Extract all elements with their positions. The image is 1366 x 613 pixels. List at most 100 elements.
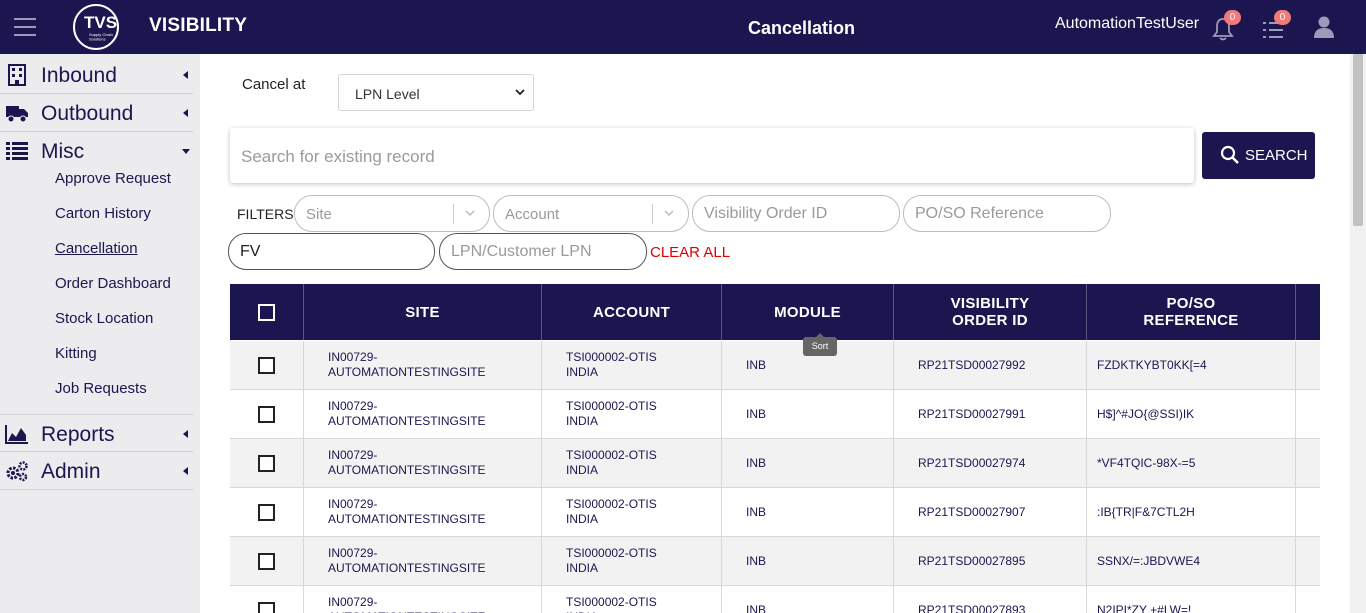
table-row[interactable]: IN00729-AUTOMATIONTESTINGSITETSI000002-O… <box>230 586 1320 613</box>
module-text: INB <box>746 456 767 470</box>
sidebar-subitem-job-requests[interactable]: Job Requests <box>55 380 147 397</box>
po-so-cell: FZDKTKYBT0KK[=4 <box>1087 341 1296 390</box>
site-text: AUTOMATIONTESTINGSITE <box>328 414 486 428</box>
sidebar-item-label: Outbound <box>41 102 134 125</box>
column-header-account[interactable]: ACCOUNT <box>542 284 722 340</box>
cogs-icon <box>6 461 28 482</box>
table-row[interactable]: IN00729-AUTOMATIONTESTINGSITETSI000002-O… <box>230 341 1320 390</box>
sidebar-subitem-approve-request[interactable]: Approve Request <box>55 170 171 187</box>
sidebar-subitem-carton-history[interactable]: Carton History <box>55 205 151 222</box>
notifications-button[interactable]: 0 <box>1212 10 1241 41</box>
order-id-text: RP21TSD00027907 <box>918 505 1026 519</box>
site-text: IN00729- <box>328 546 378 560</box>
select-all-checkbox[interactable] <box>258 304 275 321</box>
notifications-badge: 0 <box>1224 10 1241 25</box>
username[interactable]: AutomationTestUser <box>1055 15 1199 33</box>
sidebar-subitem-kitting[interactable]: Kitting <box>55 345 97 362</box>
order-id-cell: RP21TSD00027893 <box>894 586 1087 613</box>
page-scrollbar[interactable] <box>1350 54 1366 613</box>
table-row[interactable]: IN00729-AUTOMATIONTESTINGSITETSI000002-O… <box>230 488 1320 537</box>
account-filter-select[interactable]: Account <box>493 195 689 232</box>
order-id-text: RP21TSD00027974 <box>918 456 1026 470</box>
sidebar-subitem-stock-location[interactable]: Stock Location <box>55 310 153 327</box>
row-select-cell <box>230 537 304 586</box>
cancel-at-select[interactable]: LPN Level <box>338 74 534 111</box>
sidebar-item-outbound[interactable]: Outbound <box>0 94 193 132</box>
search-button[interactable]: SEARCH <box>1202 132 1315 179</box>
clear-all-link[interactable]: CLEAR ALL <box>650 244 730 261</box>
account-filter-placeholder: Account <box>505 206 560 223</box>
site-text: IN00729- <box>328 595 378 609</box>
sort-tooltip: Sort <box>803 333 837 356</box>
po-so-text: SSNX/=:JBDVWE4 <box>1097 554 1201 568</box>
sidebar-item-inbound[interactable]: Inbound <box>0 56 193 94</box>
column-header-visibility-order-id[interactable]: VISIBILITY ORDER ID <box>894 284 1087 340</box>
building-icon <box>8 64 26 86</box>
row-checkbox[interactable] <box>258 553 275 570</box>
select-all-cell <box>230 284 304 340</box>
list-icon <box>6 142 28 160</box>
table-row[interactable]: IN00729-AUTOMATIONTESTINGSITETSI000002-O… <box>230 439 1320 488</box>
table-row[interactable]: IN00729-AUTOMATIONTESTINGSITETSI000002-O… <box>230 537 1320 586</box>
table-header: SITE ACCOUNT MODULE VISIBILITY ORDER ID … <box>230 284 1320 340</box>
fv-filter-field[interactable]: FV <box>228 233 435 270</box>
account-cell: TSI000002-OTISINDIA <box>542 488 722 537</box>
column-header-label: SITE <box>405 304 440 321</box>
module-cell: INB <box>722 537 894 586</box>
module-text: INB <box>746 603 767 613</box>
order-id-text: RP21TSD00027991 <box>918 407 1026 421</box>
column-header-label: PO/SO <box>1166 295 1216 312</box>
truck-icon <box>6 106 28 123</box>
order-id-cell: RP21TSD00027895 <box>894 537 1087 586</box>
module-text: INB <box>746 505 767 519</box>
column-header-site[interactable]: SITE <box>304 284 542 340</box>
main-content: Cancel at LPN Level Search for existing … <box>200 54 1350 613</box>
user-avatar-icon[interactable] <box>1313 15 1335 39</box>
account-text: TSI000002-OTIS <box>566 546 657 560</box>
account-text: INDIA <box>566 414 599 428</box>
hamburger-menu-icon[interactable] <box>14 18 36 36</box>
row-checkbox[interactable] <box>258 357 275 374</box>
site-filter-select[interactable]: Site <box>294 195 490 232</box>
row-select-cell <box>230 488 304 537</box>
row-select-cell <box>230 439 304 488</box>
search-input[interactable]: Search for existing record <box>230 128 1194 183</box>
module-cell: INB <box>722 488 894 537</box>
account-text: TSI000002-OTIS <box>566 350 657 364</box>
tasks-button[interactable]: 0 <box>1262 10 1291 40</box>
column-header-module[interactable]: MODULE <box>722 284 894 340</box>
site-cell: IN00729-AUTOMATIONTESTINGSITE <box>304 488 542 537</box>
module-cell: INB <box>722 390 894 439</box>
po-so-reference-filter[interactable]: PO/SO Reference <box>903 195 1111 232</box>
po-so-text: *VF4TQIC-98X-=5 <box>1097 456 1196 470</box>
sidebar-item-reports[interactable]: Reports <box>0 414 193 452</box>
table-row[interactable]: IN00729-AUTOMATIONTESTINGSITETSI000002-O… <box>230 390 1320 439</box>
column-header-label: VISIBILITY <box>950 295 1030 312</box>
row-checkbox[interactable] <box>258 455 275 472</box>
sidebar-subitem-cancellation[interactable]: Cancellation <box>55 240 138 257</box>
scrollbar-thumb[interactable] <box>1353 54 1363 226</box>
po-so-text: N2IPI*ZY +#LW=! <box>1097 603 1192 613</box>
column-header-po-so-reference[interactable]: PO/SO REFERENCE <box>1087 284 1296 340</box>
site-text: IN00729- <box>328 399 378 413</box>
site-cell: IN00729-AUTOMATIONTESTINGSITE <box>304 586 542 613</box>
caret-left-icon <box>183 71 188 79</box>
account-text: TSI000002-OTIS <box>566 448 657 462</box>
module-text: INB <box>746 407 767 421</box>
row-checkbox[interactable] <box>258 602 275 613</box>
sidebar-item-label: Reports <box>41 423 115 446</box>
sidebar-item-misc[interactable]: Misc <box>0 132 193 170</box>
lpn-filter-field[interactable]: LPN/Customer LPN <box>439 233 647 270</box>
sidebar-subitem-order-dashboard[interactable]: Order Dashboard <box>55 275 171 292</box>
visibility-order-id-filter[interactable]: Visibility Order ID <box>692 195 900 232</box>
top-bar: TVS Supply Chain Solutions VISIBILITY Ca… <box>0 0 1366 54</box>
account-cell: TSI000002-OTISINDIA <box>542 537 722 586</box>
po-so-cell: SSNX/=:JBDVWE4 <box>1087 537 1296 586</box>
row-checkbox[interactable] <box>258 406 275 423</box>
row-checkbox[interactable] <box>258 504 275 521</box>
caret-left-icon <box>183 467 188 475</box>
po-so-text: H$]^#JO{@SSI)IK <box>1097 407 1195 421</box>
site-text: IN00729- <box>328 350 378 364</box>
sidebar-item-admin[interactable]: Admin <box>0 452 193 490</box>
account-text: INDIA <box>566 512 599 526</box>
